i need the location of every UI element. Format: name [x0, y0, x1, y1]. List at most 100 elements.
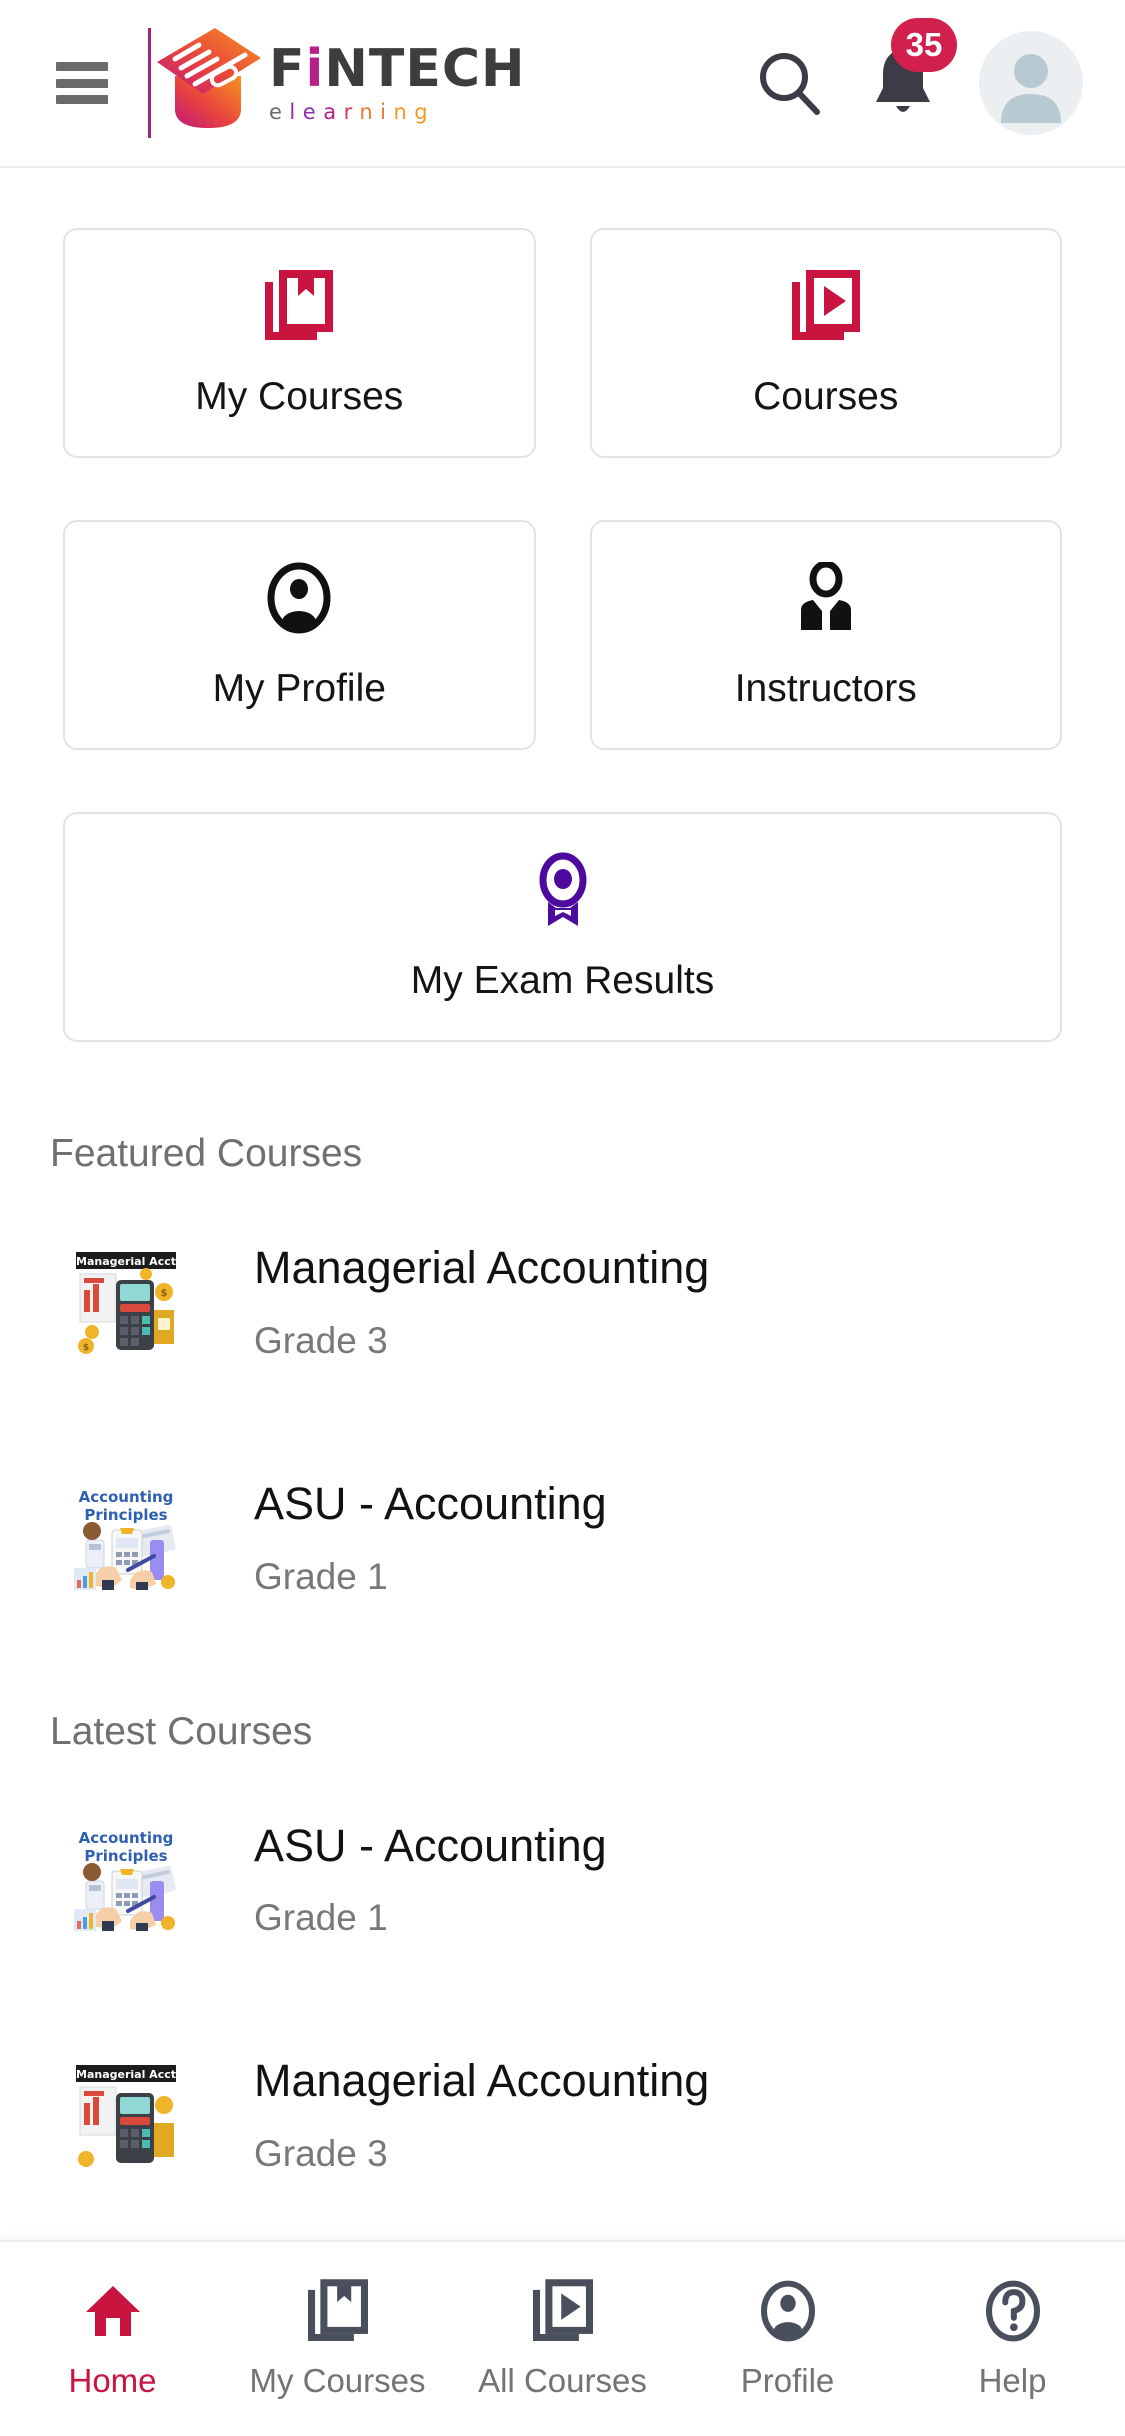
- tagline-letter: g: [414, 100, 436, 124]
- tile-label: Courses: [753, 375, 899, 418]
- tile-label: My Exam Results: [410, 959, 715, 1002]
- tile-my-courses[interactable]: My Courses: [63, 228, 536, 458]
- latest-courses-list: Accounting Principles ASU - Accounting G…: [0, 1798, 1125, 2198]
- instructor-tie-icon: [800, 562, 851, 630]
- tile-instructors[interactable]: Instructors: [589, 520, 1062, 750]
- accounting-principles-thumb: Accounting Principles: [72, 1483, 180, 1592]
- award-ribbon-icon: [539, 852, 586, 926]
- featured-courses-list: Managerial Acct $ $ Managerial Accountin…: [0, 1220, 1125, 1620]
- quick-actions-grid: My Courses Courses My Profile Instructor…: [0, 168, 1125, 1042]
- tagline-letter: e: [302, 100, 324, 124]
- brand-name-f: F: [269, 39, 306, 99]
- graduation-cap-icon: [157, 28, 261, 128]
- svg-text:Managerial Acct: Managerial Acct: [76, 2068, 176, 2081]
- avatar[interactable]: [979, 31, 1083, 135]
- tile-label: My Profile: [212, 667, 386, 710]
- video-play-icon: [791, 270, 860, 340]
- course-meta: Managerial Accounting Grade 3: [254, 1242, 709, 1362]
- tile-label: Instructors: [734, 667, 917, 710]
- tile-icon-slot: [265, 267, 334, 345]
- app-header: FiNTECH elearning 35: [0, 0, 1125, 168]
- svg-text:Principles: Principles: [84, 1847, 167, 1865]
- nav-item-help[interactable]: Help: [900, 2278, 1125, 2400]
- list-gap: [0, 1384, 1125, 1456]
- course-grade: Grade 1: [254, 1555, 388, 1597]
- course-grade: Grade 3: [254, 2133, 388, 2174]
- bottom-navigation: Home My Courses All Courses Profile Help: [0, 2240, 1125, 2436]
- tile-label: My Courses: [195, 375, 404, 418]
- tagline-letter: i: [380, 100, 394, 124]
- section-title-featured: Featured Courses: [50, 1132, 363, 1175]
- quick-actions-row-2: My Profile Instructors: [63, 520, 1062, 750]
- nav-label: My Courses: [249, 2362, 426, 2399]
- quick-actions-row-1: My Courses Courses: [63, 228, 1062, 458]
- list-item[interactable]: Managerial Acct: [0, 1220, 1125, 1384]
- course-grade: Grade 3: [254, 1319, 388, 1361]
- header-actions: 35: [753, 18, 1083, 135]
- brand-wordmark: FiNTECH elearning: [269, 43, 526, 123]
- brand-logo[interactable]: FiNTECH elearning: [148, 28, 526, 138]
- nav-label: Profile: [740, 2362, 835, 2399]
- course-meta: ASU - Accounting Grade 1: [254, 1478, 607, 1598]
- course-title: ASU - Accounting: [254, 1819, 607, 1871]
- tile-icon-slot: [264, 559, 334, 637]
- list-item[interactable]: Accounting Principles ASU - Accounting G…: [0, 1798, 1125, 1962]
- course-meta: ASU - Accounting Grade 1: [254, 1820, 607, 1940]
- video-play-icon: [532, 2279, 593, 2341]
- nav-icon-slot: [532, 2278, 593, 2344]
- tile-icon-slot: [791, 267, 860, 345]
- accounting-principles-thumb: Accounting Principles: [72, 1825, 180, 1934]
- home-icon: [85, 2286, 140, 2336]
- nav-label: All Courses: [478, 2362, 647, 2399]
- hamburger-menu-icon[interactable]: [56, 62, 108, 104]
- svg-text:Accounting: Accounting: [79, 1488, 174, 1506]
- managerial-accounting-thumb: Managerial Acct: [72, 2061, 180, 2170]
- tile-courses[interactable]: Courses: [589, 228, 1062, 458]
- book-bookmark-icon: [265, 270, 334, 340]
- search-icon: [760, 53, 820, 115]
- nav-item-all-courses[interactable]: All Courses: [450, 2278, 675, 2400]
- svg-text:$: $: [161, 1288, 168, 1299]
- svg-text:Accounting: Accounting: [79, 1829, 174, 1847]
- course-title: Managerial Accounting: [254, 2055, 710, 2107]
- search-button[interactable]: [753, 46, 827, 120]
- svg-text:$: $: [83, 1343, 89, 1353]
- tagline-letter: e: [269, 100, 290, 124]
- brand-name: FiNTECH: [269, 43, 526, 95]
- tile-icon-slot: [532, 851, 594, 929]
- nav-item-home[interactable]: Home: [0, 2278, 225, 2400]
- brand-tagline: elearning: [269, 102, 526, 123]
- quick-actions-row-3: My Exam Results: [63, 812, 1062, 1042]
- course-grade: Grade 1: [254, 1897, 388, 1939]
- tile-my-exam-results[interactable]: My Exam Results: [63, 812, 1062, 1042]
- course-meta: Managerial Accounting Grade 3: [254, 2055, 709, 2175]
- brand-name-rest: NTECH: [324, 39, 526, 99]
- tile-icon-slot: [793, 559, 859, 637]
- svg-text:Managerial Acct: Managerial Acct: [76, 1255, 176, 1268]
- tagline-letter: n: [393, 100, 415, 124]
- list-gap: [0, 1961, 1125, 2033]
- nav-icon-slot: [307, 2278, 368, 2344]
- nav-label: Home: [68, 2362, 157, 2399]
- nav-item-profile[interactable]: Profile: [675, 2278, 900, 2400]
- help-circle-icon: [985, 2280, 1040, 2342]
- main-scroll-area[interactable]: My Courses Courses My Profile Instructor…: [0, 168, 1125, 2436]
- account-circle-icon: [760, 2280, 815, 2342]
- nav-icon-slot: [82, 2278, 144, 2344]
- svg-text:Principles: Principles: [84, 1506, 167, 1524]
- tile-my-profile[interactable]: My Profile: [63, 520, 536, 750]
- tagline-letter: a: [323, 100, 344, 124]
- course-title: ASU - Accounting: [254, 1477, 607, 1529]
- list-item[interactable]: Accounting Principles ASU - Accounting G…: [0, 1456, 1125, 1620]
- list-item[interactable]: Managerial Acct: [0, 2033, 1125, 2197]
- nav-icon-slot: [983, 2278, 1043, 2344]
- tagline-letter: r: [343, 100, 360, 124]
- managerial-accounting-thumb: Managerial Acct: [72, 1247, 180, 1356]
- tagline-letter: l: [289, 100, 303, 124]
- app-screen: FiNTECH elearning 35 My Courses Courses …: [0, 0, 1125, 2436]
- notifications-button[interactable]: 35: [867, 18, 957, 122]
- nav-icon-slot: [758, 2278, 818, 2344]
- nav-item-my-courses[interactable]: My Courses: [225, 2278, 450, 2400]
- tagline-letter: n: [359, 100, 381, 124]
- user-avatar-icon: [1001, 54, 1061, 123]
